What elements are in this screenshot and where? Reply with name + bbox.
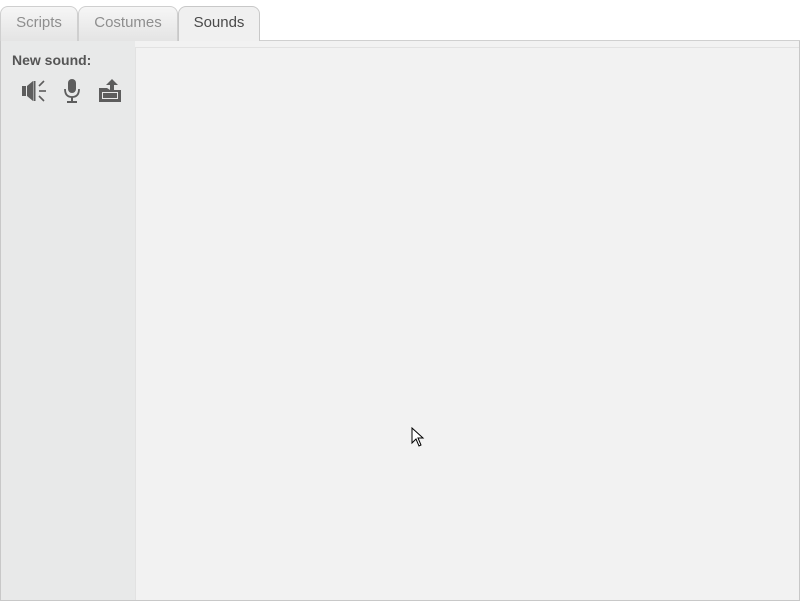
tab-bar: Scripts Costumes Sounds — [0, 0, 800, 42]
sounds-panel: New sound: — [0, 41, 800, 601]
new-sound-label: New sound: — [12, 52, 92, 68]
sound-editor-window: Scripts Costumes Sounds New sound: — [0, 0, 800, 601]
microphone-icon — [64, 79, 80, 103]
upload-sound-from-file-button[interactable] — [95, 77, 125, 105]
mouse-cursor-icon — [411, 427, 425, 447]
choose-sound-from-library-button[interactable] — [19, 77, 49, 105]
upload-folder-icon — [99, 79, 121, 102]
sound-editor-area[interactable] — [135, 47, 799, 600]
tab-scripts[interactable]: Scripts — [0, 6, 78, 41]
sound-list-sidebar: New sound: — [1, 41, 135, 600]
speaker-library-icon — [22, 80, 46, 102]
record-new-sound-button[interactable] — [57, 77, 87, 105]
tab-costumes[interactable]: Costumes — [78, 6, 178, 41]
tab-sounds[interactable]: Sounds — [178, 6, 260, 42]
